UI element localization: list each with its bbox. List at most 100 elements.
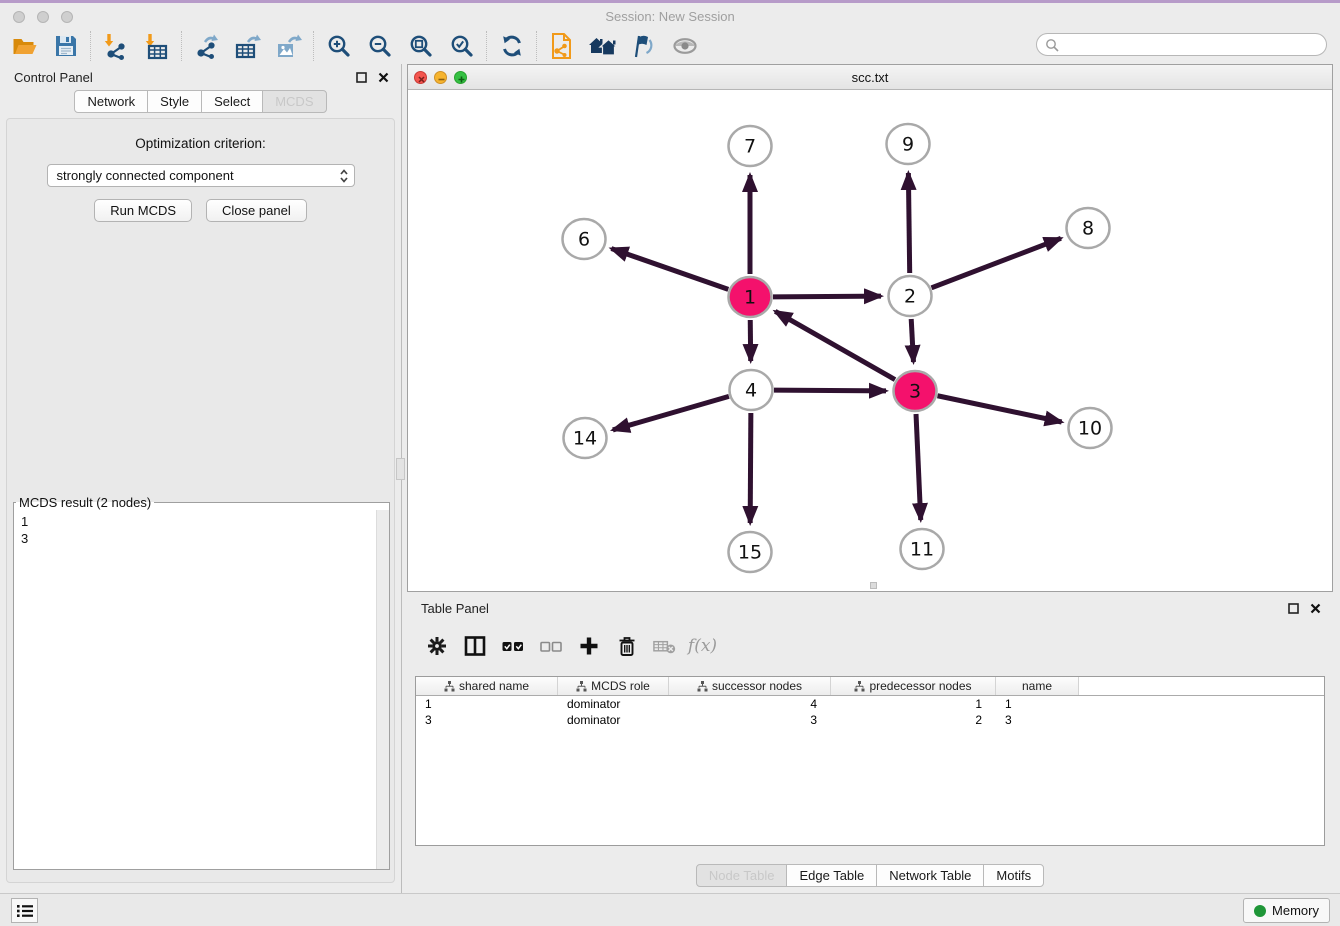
graph-node-label-2: 2 [904, 286, 916, 308]
cell-shared-name[interactable]: 1 [416, 697, 558, 711]
run-mcds-button[interactable]: Run MCDS [94, 199, 192, 222]
dropdown-value: strongly connected component [57, 168, 234, 183]
graph-edge-4-14[interactable] [613, 396, 729, 430]
graph-node-label-11: 11 [910, 539, 934, 561]
table-row[interactable]: 1dominator411 [416, 696, 1324, 712]
flag-icon[interactable] [623, 29, 664, 63]
header-filler [1079, 677, 1324, 695]
tab-motifs[interactable]: Motifs [983, 864, 1044, 887]
toolbar-separator [90, 31, 91, 61]
mcds-result-list[interactable]: 13 [14, 510, 376, 869]
zoom-selected-icon[interactable] [441, 29, 482, 63]
list-icon [16, 903, 34, 919]
cell-predecessor-nodes[interactable]: 2 [831, 713, 996, 727]
memory-button[interactable]: Memory [1243, 898, 1330, 923]
graph-node-label-15: 15 [738, 542, 762, 564]
houses-icon[interactable] [582, 29, 623, 63]
select-all-icon[interactable] [500, 633, 525, 659]
eye-icon[interactable] [664, 29, 705, 63]
graph-edge-1-2[interactable] [773, 296, 881, 297]
float-panel-icon[interactable] [353, 69, 369, 85]
tab-node-table[interactable]: Node Table [696, 864, 788, 887]
network-window-titlebar[interactable]: scc.txt [408, 65, 1332, 90]
function-builder-icon: f(x) [690, 633, 715, 659]
graph-node-label-14: 14 [573, 428, 597, 450]
cell-mcds-role[interactable]: dominator [558, 697, 669, 711]
graph-node-label-4: 4 [745, 380, 757, 402]
delete-trash-icon[interactable] [614, 633, 639, 659]
optimization-criterion-select[interactable]: strongly connected component [47, 164, 355, 187]
column-header-successor-nodes[interactable]: successor nodes [669, 677, 831, 695]
column-header-shared-name[interactable]: shared name [416, 677, 558, 695]
zoom-in-icon[interactable] [318, 29, 359, 63]
cell-name[interactable]: 3 [996, 713, 1079, 727]
network-view-title: scc.txt [408, 70, 1332, 85]
close-table-panel-icon[interactable] [1307, 600, 1323, 616]
tab-mcds[interactable]: MCDS [262, 90, 326, 113]
mcds-result-item: 1 [21, 513, 376, 530]
tab-style[interactable]: Style [147, 90, 202, 113]
cell-predecessor-nodes[interactable]: 1 [831, 697, 996, 711]
column-header-predecessor-nodes[interactable]: predecessor nodes [831, 677, 996, 695]
zoom-fit-icon[interactable] [400, 29, 441, 63]
node-table: shared nameMCDS role successor nodes prede… [415, 676, 1325, 846]
mcds-result-item: 3 [21, 530, 376, 547]
import-table-icon[interactable] [136, 29, 177, 63]
column-label: successor nodes [712, 679, 802, 693]
table-row[interactable]: 3dominator323 [416, 712, 1324, 728]
table-toolbar: f(x) [407, 621, 1333, 671]
cell-successor-nodes[interactable]: 4 [669, 697, 831, 711]
memory-status-dot-icon [1254, 905, 1266, 917]
graph-node-label-3: 3 [909, 381, 921, 403]
graph-edge-3-1[interactable] [775, 311, 895, 379]
graph-edge-3-11[interactable] [916, 414, 921, 520]
graph-edge-3-10[interactable] [938, 396, 1062, 422]
add-icon[interactable] [576, 633, 601, 659]
splitter-handle[interactable] [396, 458, 405, 480]
import-network-icon[interactable] [95, 29, 136, 63]
graph[interactable]: 7968124314101511 [408, 90, 1332, 591]
zoom-out-icon[interactable] [359, 29, 400, 63]
column-settings-gear-icon[interactable] [424, 633, 449, 659]
cell-shared-name[interactable]: 3 [416, 713, 558, 727]
refresh-icon[interactable] [491, 29, 532, 63]
graph-edge-2-8[interactable] [931, 238, 1060, 287]
graph-edge-4-15[interactable] [750, 413, 751, 523]
tab-edge-table[interactable]: Edge Table [786, 864, 877, 887]
chevron-updown-icon [339, 168, 349, 187]
close-panel-button[interactable]: Close panel [206, 199, 307, 222]
cell-successor-nodes[interactable]: 3 [669, 713, 831, 727]
column-header-mcds-role[interactable]: MCDS role [558, 677, 669, 695]
graph-edge-2-9[interactable] [908, 173, 909, 273]
network-file-icon[interactable] [541, 29, 582, 63]
graph-edge-4-3[interactable] [774, 390, 886, 391]
tab-network[interactable]: Network [74, 90, 148, 113]
open-folder-icon[interactable] [4, 29, 45, 63]
shared-column-icon [697, 681, 708, 692]
graph-edge-2-3[interactable] [911, 319, 913, 362]
result-scrollbar[interactable] [376, 510, 389, 869]
task-history-button[interactable] [11, 898, 38, 923]
close-panel-icon[interactable] [375, 69, 391, 85]
column-header-name[interactable]: name [996, 677, 1079, 695]
status-bar: Memory [0, 893, 1340, 926]
shared-column-icon [576, 681, 587, 692]
cell-name[interactable]: 1 [996, 697, 1079, 711]
control-panel: Control Panel NetworkStyleSelectMCDS Opt… [0, 64, 401, 893]
network-canvas[interactable]: 7968124314101511 [408, 90, 1332, 591]
graph-edge-1-6[interactable] [611, 249, 728, 290]
export-network-icon[interactable] [186, 29, 227, 63]
cell-mcds-role[interactable]: dominator [558, 713, 669, 727]
save-icon[interactable] [45, 29, 86, 63]
tab-select[interactable]: Select [201, 90, 263, 113]
export-table-icon[interactable] [227, 29, 268, 63]
tab-network-table[interactable]: Network Table [876, 864, 984, 887]
show-columns-icon[interactable] [462, 633, 487, 659]
view-resize-handle[interactable] [870, 582, 877, 589]
search-box[interactable] [1036, 33, 1327, 56]
export-image-icon[interactable] [268, 29, 309, 63]
float-table-panel-icon[interactable] [1285, 600, 1301, 616]
deselect-all-icon[interactable] [538, 633, 563, 659]
column-label: predecessor nodes [869, 679, 971, 693]
search-input[interactable] [1059, 38, 1326, 52]
